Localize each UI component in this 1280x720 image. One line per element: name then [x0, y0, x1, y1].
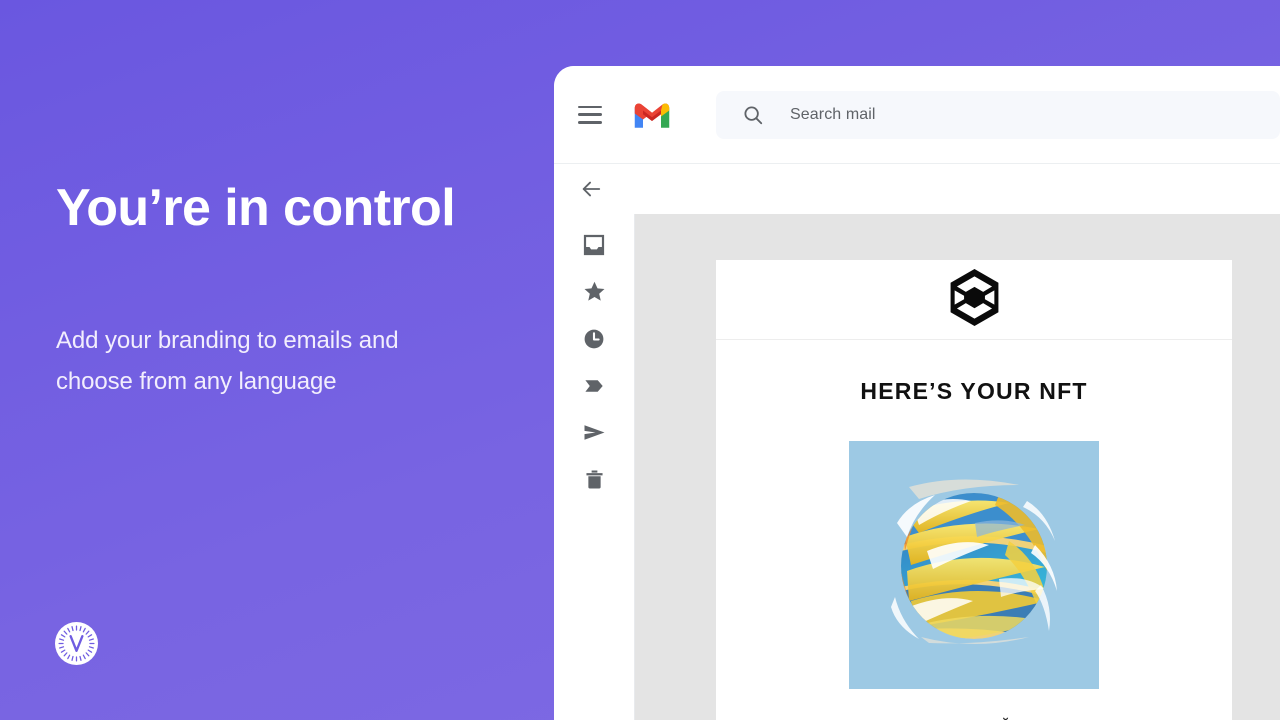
- back-arrow-icon[interactable]: [580, 178, 602, 200]
- promo-panel: You’re in control Add your branding to e…: [0, 0, 554, 720]
- search-input[interactable]: Search mail: [716, 90, 1280, 139]
- label-icon: [582, 374, 606, 403]
- email-title: HERE’S YOUR NFT: [860, 378, 1088, 404]
- trash-icon: [583, 468, 606, 496]
- send-icon: [582, 420, 607, 450]
- hamburger-menu-icon[interactable]: [578, 105, 602, 124]
- email-brand-header: [716, 260, 1232, 340]
- clock-icon: [582, 327, 606, 356]
- gmail-m-logo-icon: [632, 100, 672, 130]
- search-icon: [742, 104, 764, 126]
- promo-screenshot: You’re in control Add your branding to e…: [0, 0, 1280, 720]
- sidebar-item-snoozed[interactable]: [581, 328, 607, 354]
- search-placeholder-text: Search mail: [790, 105, 876, 123]
- star-icon: [582, 279, 607, 309]
- email-body: HERE’S YOUR NFT: [716, 340, 1232, 720]
- sidebar-item-important[interactable]: [581, 375, 607, 401]
- sidebar-item-starred[interactable]: [581, 281, 607, 307]
- gmail-window: Search mail HERE’S YOUR NFT: [554, 66, 1280, 720]
- gmail-sidebar-rail: [554, 214, 634, 720]
- gmail-toolbar: [554, 163, 1280, 214]
- clock-v-logo-icon: [55, 622, 98, 665]
- artwork-container: [716, 441, 1232, 689]
- nft-artwork-image: [849, 441, 1099, 689]
- promo-subheadline: Add your branding to emails and choose f…: [56, 327, 399, 396]
- sidebar-item-inbox[interactable]: [581, 234, 607, 260]
- sidebar-item-trash[interactable]: [581, 469, 607, 495]
- gmail-body: HERE’S YOUR NFT: [554, 214, 1280, 720]
- sidebar-item-sent[interactable]: [581, 422, 607, 448]
- email-card: HERE’S YOUR NFT: [716, 260, 1232, 720]
- hexagon-x-logo-icon: [949, 268, 1000, 331]
- page-title: You’re in control: [56, 179, 456, 237]
- inbox-icon: [582, 233, 606, 262]
- gmail-header: Search mail: [554, 66, 1280, 163]
- email-reading-pane: HERE’S YOUR NFT: [634, 214, 1280, 720]
